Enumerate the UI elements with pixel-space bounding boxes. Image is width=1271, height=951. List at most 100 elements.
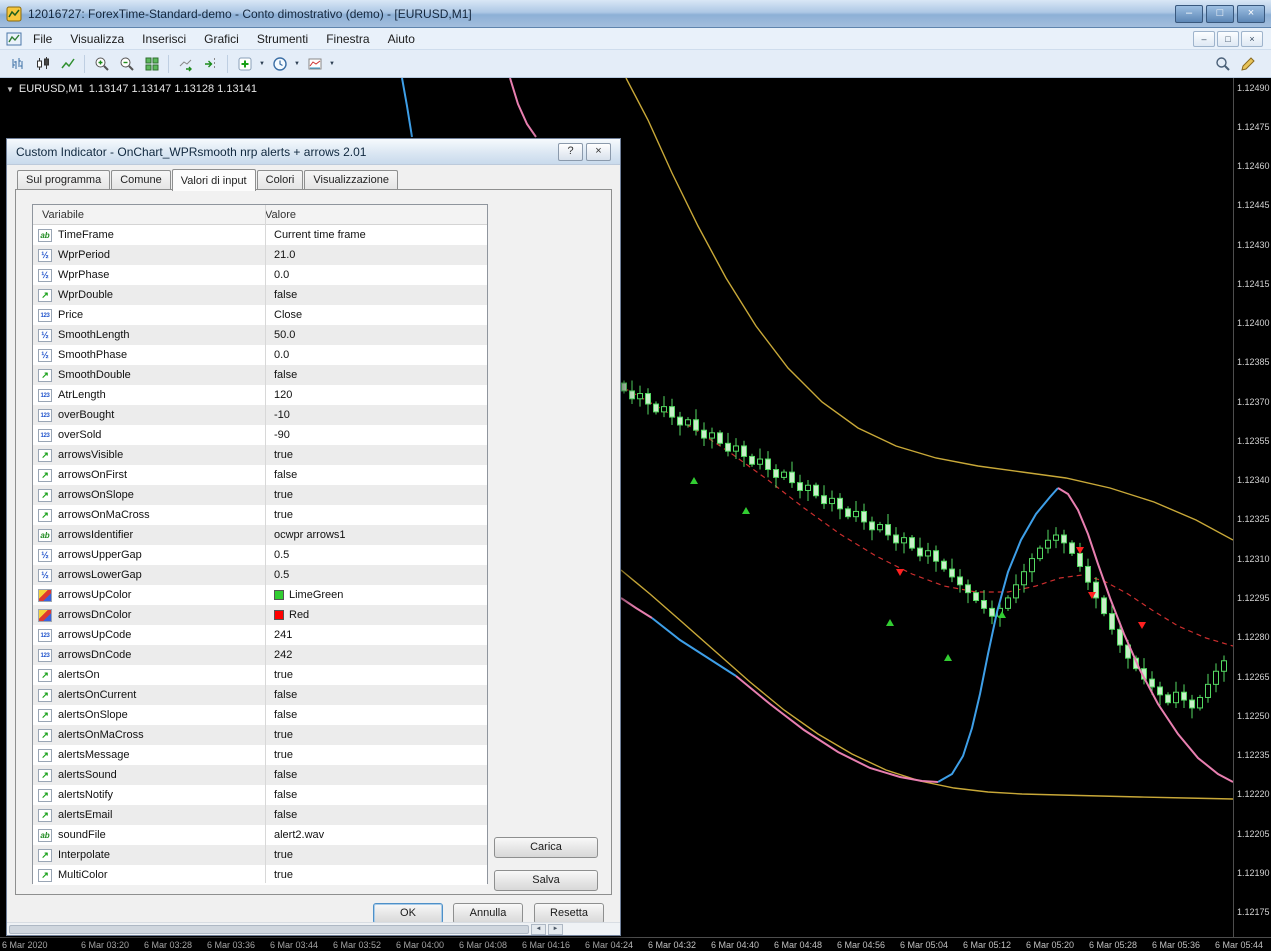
param-row-alertsSound[interactable]: ↗ alertsSound false [33, 765, 487, 785]
annulla-button[interactable]: Annulla [453, 903, 523, 924]
param-value[interactable]: alert2.wav [265, 829, 487, 841]
restore-button[interactable]: □ [1206, 4, 1234, 23]
param-row-Price[interactable]: 123 Price Close [33, 305, 487, 325]
param-value[interactable]: 0.5 [265, 569, 487, 581]
menu-item-file[interactable]: File [24, 30, 61, 48]
zoom-in-button[interactable] [89, 52, 114, 75]
indicators-button[interactable] [232, 52, 257, 75]
tab-comune[interactable]: Comune [111, 170, 171, 190]
salva-button[interactable]: Salva [494, 870, 598, 891]
ok-button[interactable]: OK [373, 903, 443, 924]
param-value[interactable]: false [265, 689, 487, 701]
indicators-dropdown[interactable]: ▼ [257, 52, 267, 75]
param-row-Interpolate[interactable]: ↗ Interpolate true [33, 845, 487, 865]
mdi-restore-button[interactable]: □ [1217, 30, 1239, 47]
param-row-arrowsUpCode[interactable]: 123 arrowsUpCode 241 [33, 625, 487, 645]
param-value[interactable]: true [265, 509, 487, 521]
scrollbar-thumb[interactable] [9, 924, 529, 934]
menu-item-visualizza[interactable]: Visualizza [61, 30, 133, 48]
param-row-alertsOnSlope[interactable]: ↗ alertsOnSlope false [33, 705, 487, 725]
auto-scroll-button[interactable] [173, 52, 198, 75]
param-row-arrowsIdentifier[interactable]: ab arrowsIdentifier ocwpr arrows1 [33, 525, 487, 545]
param-value[interactable]: 120 [265, 389, 487, 401]
param-value[interactable]: 0.0 [265, 269, 487, 281]
param-value[interactable]: ocwpr arrows1 [265, 529, 487, 541]
close-button[interactable]: × [1237, 4, 1265, 23]
param-value[interactable]: Current time frame [265, 229, 487, 241]
param-row-alertsOn[interactable]: ↗ alertsOn true [33, 665, 487, 685]
scroll-left-button[interactable]: ◄ [531, 923, 546, 935]
param-value[interactable]: 21.0 [265, 249, 487, 261]
tab-visualizzazione[interactable]: Visualizzazione [304, 170, 398, 190]
param-row-arrowsOnFirst[interactable]: ↗ arrowsOnFirst false [33, 465, 487, 485]
param-value[interactable]: false [265, 809, 487, 821]
price-axis[interactable]: 1.12490 1.12475 1.12460 1.12445 1.12430 1.124… [1233, 78, 1271, 937]
param-row-alertsNotify[interactable]: ↗ alertsNotify false [33, 785, 487, 805]
periods-button[interactable] [267, 52, 292, 75]
zoom-out-button[interactable] [114, 52, 139, 75]
param-row-soundFile[interactable]: ab soundFile alert2.wav [33, 825, 487, 845]
templates-dropdown[interactable]: ▼ [327, 52, 337, 75]
search-button[interactable] [1210, 52, 1235, 75]
dialog-horizontal-scrollbar[interactable]: ◄ ► [7, 922, 620, 935]
param-value[interactable]: false [265, 469, 487, 481]
param-value[interactable]: true [265, 749, 487, 761]
param-row-alertsEmail[interactable]: ↗ alertsEmail false [33, 805, 487, 825]
param-row-alertsOnCurrent[interactable]: ↗ alertsOnCurrent false [33, 685, 487, 705]
param-row-alertsMessage[interactable]: ↗ alertsMessage true [33, 745, 487, 765]
param-value[interactable]: 241 [265, 629, 487, 641]
param-row-arrowsUpperGap[interactable]: ½ arrowsUpperGap 0.5 [33, 545, 487, 565]
param-value[interactable]: -90 [265, 429, 487, 441]
param-row-arrowsOnMaCross[interactable]: ↗ arrowsOnMaCross true [33, 505, 487, 525]
param-row-WprDouble[interactable]: ↗ WprDouble false [33, 285, 487, 305]
menu-item-finestra[interactable]: Finestra [317, 30, 378, 48]
dialog-close-button[interactable]: × [586, 142, 611, 161]
mdi-close-button[interactable]: × [1241, 30, 1263, 47]
param-row-arrowsVisible[interactable]: ↗ arrowsVisible true [33, 445, 487, 465]
param-row-overBought[interactable]: 123 overBought -10 [33, 405, 487, 425]
param-row-alertsOnMaCross[interactable]: ↗ alertsOnMaCross true [33, 725, 487, 745]
candlestick-chart-button[interactable] [30, 52, 55, 75]
param-value[interactable]: false [265, 369, 487, 381]
param-value[interactable]: Close [265, 309, 487, 321]
tab-valori-di-input[interactable]: Valori di input [171, 169, 256, 191]
param-value[interactable]: true [265, 869, 487, 881]
param-value[interactable]: true [265, 489, 487, 501]
menu-item-inserisci[interactable]: Inserisci [133, 30, 195, 48]
param-row-WprPeriod[interactable]: ½ WprPeriod 21.0 [33, 245, 487, 265]
menu-item-grafici[interactable]: Grafici [195, 30, 248, 48]
param-value[interactable]: false [265, 289, 487, 301]
param-value[interactable]: false [265, 789, 487, 801]
periods-dropdown[interactable]: ▼ [292, 52, 302, 75]
param-row-TimeFrame[interactable]: ab TimeFrame Current time frame [33, 225, 487, 245]
param-value[interactable]: true [265, 449, 487, 461]
menu-item-aiuto[interactable]: Aiuto [379, 30, 424, 48]
param-value[interactable]: 0.0 [265, 349, 487, 361]
line-chart-button[interactable] [55, 52, 80, 75]
param-row-arrowsOnSlope[interactable]: ↗ arrowsOnSlope true [33, 485, 487, 505]
param-row-arrowsDnCode[interactable]: 123 arrowsDnCode 242 [33, 645, 487, 665]
param-row-WprPhase[interactable]: ½ WprPhase 0.0 [33, 265, 487, 285]
mdi-minimize-button[interactable]: – [1193, 30, 1215, 47]
help-button[interactable]: ? [558, 142, 583, 161]
param-row-MultiColor[interactable]: ↗ MultiColor true [33, 865, 487, 885]
param-row-arrowsUpColor[interactable]: arrowsUpColor LimeGreen [33, 585, 487, 605]
time-axis[interactable]: 6 Mar 2020 6 Mar 03:20 6 Mar 03:28 6 Mar 03… [0, 937, 1271, 951]
param-value[interactable]: LimeGreen [265, 589, 487, 601]
param-row-arrowsLowerGap[interactable]: ½ arrowsLowerGap 0.5 [33, 565, 487, 585]
draw-button[interactable] [1235, 52, 1260, 75]
param-row-arrowsDnColor[interactable]: arrowsDnColor Red [33, 605, 487, 625]
param-value[interactable]: 0.5 [265, 549, 487, 561]
param-value[interactable]: true [265, 669, 487, 681]
param-value[interactable]: 50.0 [265, 329, 487, 341]
param-value[interactable]: true [265, 729, 487, 741]
param-value[interactable]: false [265, 709, 487, 721]
bars-chart-button[interactable] [5, 52, 30, 75]
tab-colori[interactable]: Colori [256, 170, 304, 190]
param-value[interactable]: -10 [265, 409, 487, 421]
param-row-SmoothPhase[interactable]: ½ SmoothPhase 0.0 [33, 345, 487, 365]
param-value[interactable]: true [265, 849, 487, 861]
scroll-right-button[interactable]: ► [548, 923, 563, 935]
param-value[interactable]: false [265, 769, 487, 781]
param-row-overSold[interactable]: 123 overSold -90 [33, 425, 487, 445]
